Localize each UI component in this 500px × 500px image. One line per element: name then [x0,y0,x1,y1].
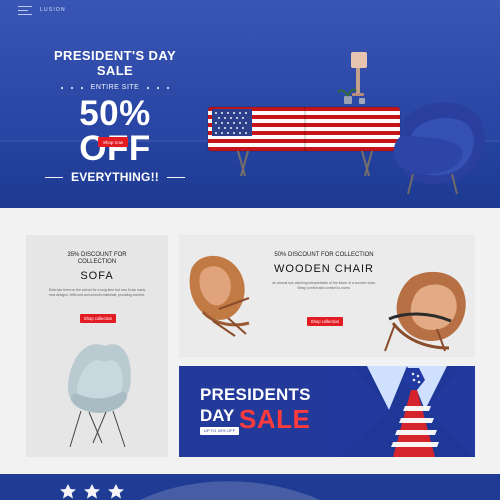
sideboard-illustration [207,106,401,177]
dots-left-icon [60,86,83,89]
bottom-banner-strip [0,474,500,500]
sofa-chair-illustration [67,344,131,448]
hero-subtitle-row: ENTIRE SITE [40,84,190,91]
sale-title-line1: PRESIDENTS [200,385,311,404]
presidents-day-sale-card[interactable]: PRESIDENTS DAY SALE UP TO 40% OFF [179,366,475,457]
hero-everything: EVERYTHING!! [71,170,159,184]
sale-discount-tag: UP TO 40% OFF [200,427,240,435]
hero-banner: LUSION PRESIDENT'S DAY SALE ENTIRE SITE … [0,0,500,208]
sale-title-line2: DAY [200,406,235,425]
plant-illustration [337,88,365,104]
hero-title: PRESIDENT'S DAY SALE [53,48,177,78]
wooden-chair-card: 50% DISCOUNT FOR COLLECTION WOODEN CHAIR… [179,235,475,357]
sale-title-sale: SALE [239,404,311,434]
hero-copy: PRESIDENT'S DAY SALE ENTIRE SITE 50% OFF… [40,48,190,184]
hero-line-left [45,176,64,178]
wooden-chair-right-illustration [384,271,466,352]
shop-now-button[interactable]: Shop now [98,137,128,147]
sofa-card: 35% DISCOUNT FOR COLLECTION SOFA Sofa ha… [26,235,168,457]
hero-discount: 50% OFF [79,94,151,168]
hero-line-right [166,176,185,178]
hero-everything-row: EVERYTHING!! [40,170,190,184]
hero-subtitle: ENTIRE SITE [90,84,140,91]
armchair-illustration [393,102,485,195]
dots-right-icon [147,86,170,89]
